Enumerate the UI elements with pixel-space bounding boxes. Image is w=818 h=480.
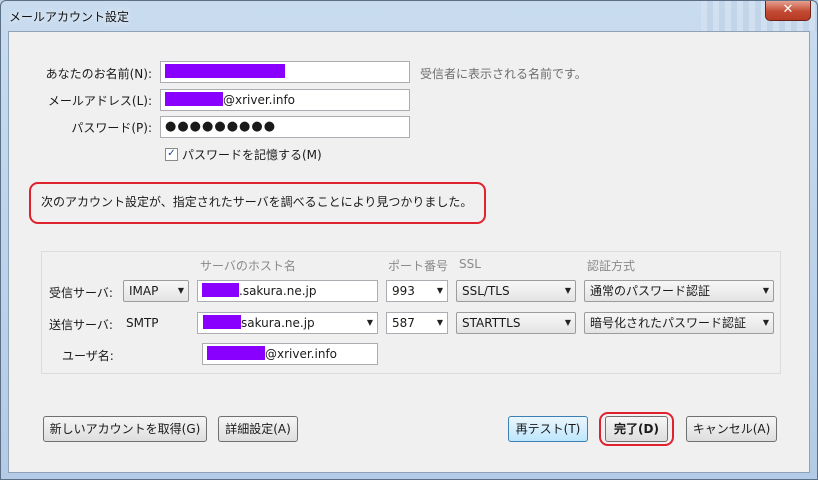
chevron-down-icon: ▼ bbox=[436, 286, 443, 295]
password-field[interactable]: ●●●●●●●●● bbox=[160, 116, 410, 138]
incoming-ssl-select[interactable]: SSL/TLS ▼ bbox=[456, 280, 576, 302]
incoming-auth-select[interactable]: 通常のパスワード認証 ▼ bbox=[584, 280, 774, 302]
server-settings-group: サーバのホスト名 ポート番号 SSL 認証方式 受信サーバ: IMAP ▼ .s… bbox=[41, 251, 781, 374]
close-button[interactable]: ✕ bbox=[765, 1, 811, 21]
email-field[interactable]: @xriver.info bbox=[160, 89, 410, 111]
chevron-down-icon: ▼ bbox=[762, 286, 769, 295]
outgoing-auth-select[interactable]: 暗号化されたパスワード認証 ▼ bbox=[584, 312, 774, 334]
outgoing-port-value: 587 bbox=[392, 316, 415, 330]
close-icon: ✕ bbox=[782, 2, 794, 17]
outgoing-port-combo[interactable]: 587 ▼ bbox=[386, 312, 448, 334]
chevron-down-icon: ▼ bbox=[762, 318, 769, 327]
retest-button[interactable]: 再テスト(T) bbox=[508, 416, 588, 442]
title-bar[interactable]: メールアカウント設定 ✕ bbox=[1, 1, 817, 31]
outgoing-protocol: SMTP bbox=[126, 316, 159, 330]
incoming-port-value: 993 bbox=[392, 284, 415, 298]
outgoing-label: 送信サーバ: bbox=[49, 318, 113, 332]
outgoing-host-domain: sakura.ne.jp bbox=[241, 316, 315, 330]
password-label: パスワード(P): bbox=[71, 121, 152, 135]
cancel-button[interactable]: キャンセル(A) bbox=[686, 416, 777, 442]
header-auth: 認証方式 bbox=[587, 259, 636, 273]
header-port: ポート番号 bbox=[388, 259, 449, 273]
incoming-port-combo[interactable]: 993 ▼ bbox=[386, 280, 448, 302]
name-label: あなたのお名前(N): bbox=[45, 67, 152, 81]
header-ssl: SSL bbox=[459, 257, 481, 271]
advanced-settings-button[interactable]: 詳細設定(A) bbox=[218, 416, 298, 442]
email-domain: @xriver.info bbox=[223, 93, 296, 107]
outgoing-ssl-select[interactable]: STARTTLS ▼ bbox=[456, 312, 576, 334]
chevron-down-icon: ▼ bbox=[564, 286, 571, 295]
incoming-protocol-select[interactable]: IMAP ▼ bbox=[123, 280, 189, 302]
window-title: メールアカウント設定 bbox=[9, 10, 130, 24]
chevron-down-icon: ▼ bbox=[436, 318, 443, 327]
chevron-down-icon: ▼ bbox=[366, 318, 373, 327]
remember-password-checkbox[interactable]: ✓ bbox=[165, 148, 178, 161]
incoming-host-field[interactable]: .sakura.ne.jp bbox=[197, 280, 378, 302]
chevron-down-icon: ▼ bbox=[177, 286, 184, 295]
name-field[interactable] bbox=[160, 61, 410, 83]
incoming-host-domain: .sakura.ne.jp bbox=[239, 284, 317, 298]
remember-password-label[interactable]: パスワードを記憶する(M) bbox=[182, 146, 322, 163]
username-field[interactable]: @xriver.info bbox=[202, 343, 378, 365]
username-label: ユーザ名: bbox=[62, 349, 114, 363]
new-account-button[interactable]: 新しいアカウントを取得(G) bbox=[43, 416, 207, 442]
incoming-label: 受信サーバ: bbox=[49, 286, 113, 300]
redacted-outgoing-host bbox=[203, 315, 241, 329]
username-domain: @xriver.info bbox=[265, 347, 338, 361]
redacted-username bbox=[207, 346, 265, 360]
redacted-email-user bbox=[165, 92, 223, 106]
incoming-ssl-value: SSL/TLS bbox=[462, 284, 510, 298]
outgoing-host-combo[interactable]: sakura.ne.jp ▼ bbox=[197, 312, 378, 334]
redacted-name bbox=[165, 64, 285, 78]
done-button[interactable]: 完了(D) bbox=[605, 416, 668, 442]
incoming-auth-value: 通常のパスワード認証 bbox=[590, 284, 711, 298]
dialog-body: あなたのお名前(N): 受信者に表示される名前です。 メールアドレス(L): @… bbox=[8, 31, 810, 473]
detection-notice: 次のアカウント設定が、指定されたサーバを調べることにより見つかりました。 bbox=[29, 182, 486, 224]
name-hint: 受信者に表示される名前です。 bbox=[420, 67, 587, 81]
outgoing-auth-value: 暗号化されたパスワード認証 bbox=[590, 316, 747, 330]
header-host: サーバのホスト名 bbox=[200, 259, 296, 273]
incoming-protocol-value: IMAP bbox=[129, 284, 159, 298]
redacted-incoming-host bbox=[202, 283, 239, 297]
mail-account-settings-window: メールアカウント設定 ✕ あなたのお名前(N): 受信者に表示される名前です。 … bbox=[0, 0, 818, 480]
outgoing-ssl-value: STARTTLS bbox=[462, 316, 521, 330]
chevron-down-icon: ▼ bbox=[564, 318, 571, 327]
email-label: メールアドレス(L): bbox=[47, 94, 152, 108]
